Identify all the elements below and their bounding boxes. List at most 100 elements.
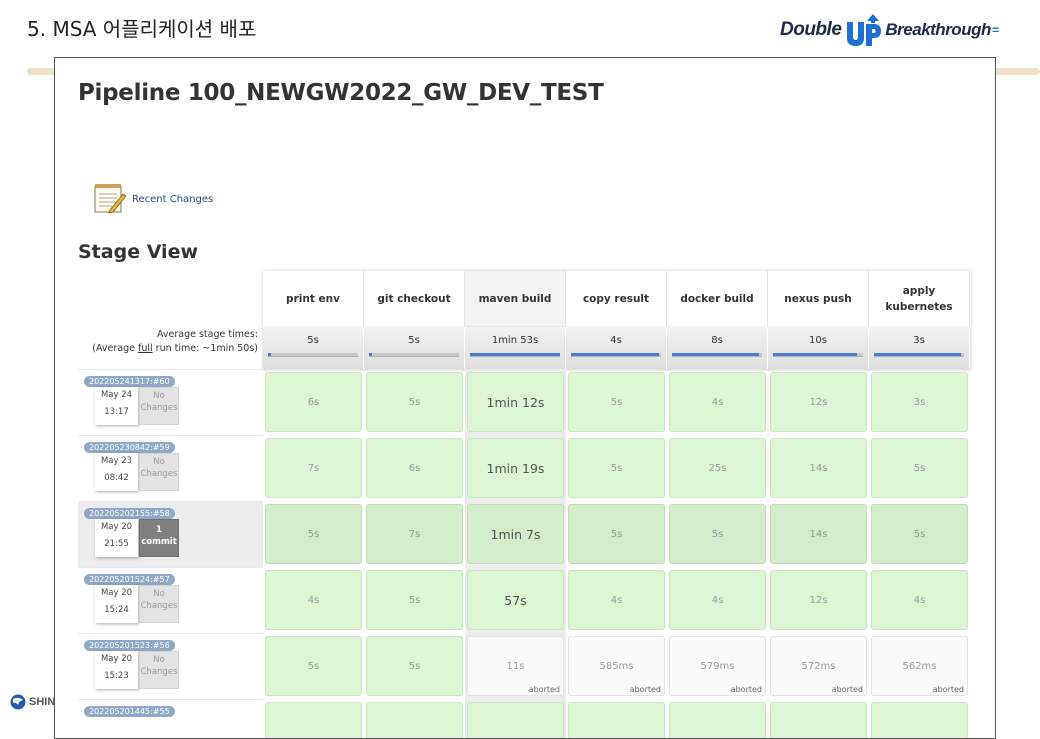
stage-cell-success[interactable]: 5s bbox=[265, 636, 362, 696]
average-time-bar bbox=[369, 353, 459, 357]
average-time-value: 3s bbox=[913, 335, 925, 346]
avg-pre: (Average bbox=[92, 343, 138, 354]
stage-cell-success[interactable]: 12s bbox=[770, 372, 867, 432]
average-time-value: 4s bbox=[610, 335, 622, 346]
average-time-value: 1min 53s bbox=[491, 335, 539, 346]
stage-cell-success[interactable] bbox=[366, 702, 463, 738]
build-badge[interactable]: 202205230842:#59 bbox=[84, 442, 175, 453]
build-date: May 20 21:55 bbox=[95, 519, 138, 557]
stage-cell-success[interactable]: 5s bbox=[366, 570, 463, 630]
logo-tail: = bbox=[991, 23, 999, 37]
stage-cell-aborted[interactable]: 579ms aborted bbox=[669, 636, 766, 696]
average-time-bar-fill bbox=[268, 353, 271, 356]
stage-cell-success[interactable]: 4s bbox=[871, 570, 968, 630]
commit-count-button[interactable]: 1 commit bbox=[139, 519, 179, 557]
stage-duration: 562ms bbox=[902, 660, 937, 672]
stage-cell-success[interactable] bbox=[467, 702, 564, 738]
stage-cell-wrap: 7s bbox=[263, 435, 364, 501]
stage-cell-success[interactable]: 6s bbox=[366, 438, 463, 498]
stage-cell-wrap: 1min 19s bbox=[465, 435, 566, 501]
stage-cell-wrap: 572ms aborted bbox=[768, 633, 869, 699]
stage-header: copy result bbox=[566, 271, 667, 327]
run-stage-row: 5s 5s 11s aborted 585ms aborted 579ms aborted 57… bbox=[263, 633, 971, 699]
stage-cell-success[interactable]: 25s bbox=[669, 438, 766, 498]
stage-duration: 5s bbox=[610, 396, 623, 408]
stage-cell-success[interactable]: 12s bbox=[770, 570, 867, 630]
corner-logo-text: SHIN bbox=[29, 696, 56, 708]
slide-title: 5. MSA 어플리케이션 배포 bbox=[27, 17, 257, 41]
run-info: 202205201524:#57 May 20 15:24 No Changes bbox=[78, 567, 263, 633]
stage-cell-success[interactable]: 5s bbox=[568, 372, 665, 432]
stage-cell-success[interactable]: 6s bbox=[265, 372, 362, 432]
stage-cell-success[interactable]: 1min 19s bbox=[467, 438, 564, 498]
build-badge[interactable]: 202205241317:#60 bbox=[84, 376, 175, 387]
stage-cell-aborted[interactable]: 572ms aborted bbox=[770, 636, 867, 696]
stage-cell-success[interactable]: 4s bbox=[265, 570, 362, 630]
build-badge[interactable]: 202205201523:#56 bbox=[84, 640, 175, 651]
stage-cell-wrap: 5s bbox=[364, 567, 465, 633]
stage-cell-success[interactable]: 5s bbox=[366, 372, 463, 432]
aborted-label: aborted bbox=[629, 685, 661, 694]
stage-cell-wrap bbox=[364, 699, 465, 738]
run-stage-row bbox=[263, 699, 971, 738]
full-run-link[interactable]: full bbox=[138, 343, 153, 354]
stage-cell-success[interactable]: 7s bbox=[265, 438, 362, 498]
stage-cell-success[interactable] bbox=[669, 702, 766, 738]
stage-cell-success[interactable] bbox=[770, 702, 867, 738]
corner-logo: SHIN bbox=[10, 694, 55, 710]
stage-cell-wrap: 4s bbox=[263, 567, 364, 633]
stage-cell-wrap: 11s aborted bbox=[465, 633, 566, 699]
stage-cell-wrap: 57s bbox=[465, 567, 566, 633]
average-times-row: 5s 5s 1min 53s 4s 8s 10s 3s bbox=[263, 327, 971, 369]
stage-duration: 12s bbox=[809, 396, 828, 408]
stage-cell-success[interactable]: 4s bbox=[568, 570, 665, 630]
stage-cell-success[interactable]: 5s bbox=[366, 636, 463, 696]
stage-duration: 4s bbox=[307, 594, 320, 606]
stage-cell-success[interactable]: 57s bbox=[467, 570, 564, 630]
stage-cell-aborted[interactable]: 585ms aborted bbox=[568, 636, 665, 696]
stage-cell-success[interactable]: 5s bbox=[265, 504, 362, 564]
average-time-bar-fill bbox=[571, 353, 660, 356]
stage-header: docker build bbox=[667, 271, 768, 327]
build-badge[interactable]: 202205202155:#58 bbox=[84, 508, 175, 519]
stage-duration: 25s bbox=[708, 462, 727, 474]
stage-cell-success[interactable]: 1min 7s bbox=[467, 504, 564, 564]
build-date-day: May 20 bbox=[100, 588, 133, 598]
stage-cell-aborted[interactable]: 11s aborted bbox=[467, 636, 564, 696]
stage-cell-success[interactable]: 1min 12s bbox=[467, 372, 564, 432]
build-badge[interactable]: 202205201445:#55 bbox=[84, 706, 175, 717]
avg-post: run time: ~1min 50s) bbox=[152, 343, 258, 354]
build-badge[interactable]: 202205201524:#57 bbox=[84, 574, 175, 585]
stage-cell-success[interactable]: 4s bbox=[669, 372, 766, 432]
stage-cell-success[interactable]: 5s bbox=[568, 504, 665, 564]
stage-cell-wrap: 5s bbox=[566, 501, 667, 567]
stage-cell-success[interactable]: 4s bbox=[669, 570, 766, 630]
stage-cell-wrap: 5s bbox=[667, 501, 768, 567]
stage-cell-success[interactable] bbox=[568, 702, 665, 738]
stage-cell-success[interactable] bbox=[265, 702, 362, 738]
stage-cell-success[interactable]: 5s bbox=[871, 438, 968, 498]
stage-view-title: Stage View bbox=[78, 241, 199, 263]
notepad-icon[interactable] bbox=[92, 182, 128, 216]
stage-cell-success[interactable]: 3s bbox=[871, 372, 968, 432]
average-time-cell: 5s bbox=[364, 327, 465, 369]
stage-cell-success[interactable]: 5s bbox=[669, 504, 766, 564]
stage-cell-success[interactable]: 14s bbox=[770, 504, 867, 564]
recent-changes-link[interactable]: Recent Changes bbox=[132, 194, 213, 205]
stage-cell-wrap: 5s bbox=[263, 501, 364, 567]
average-time-bar bbox=[773, 353, 863, 357]
stage-cell-success[interactable] bbox=[871, 702, 968, 738]
stage-cell-success[interactable]: 14s bbox=[770, 438, 867, 498]
stage-cell-success[interactable]: 7s bbox=[366, 504, 463, 564]
stage-duration: 14s bbox=[809, 462, 828, 474]
stage-duration: 4s bbox=[711, 594, 724, 606]
stage-duration: 5s bbox=[307, 660, 320, 672]
stage-duration: 5s bbox=[408, 660, 421, 672]
average-time-value: 5s bbox=[408, 335, 420, 346]
stage-duration: 5s bbox=[408, 396, 421, 408]
average-times-line2: (Average full run time: ~1min 50s) bbox=[78, 342, 258, 356]
stage-cell-aborted[interactable]: 562ms aborted bbox=[871, 636, 968, 696]
run-stage-row: 4s 5s 57s 4s 4s 12s 4s bbox=[263, 567, 971, 633]
stage-cell-success[interactable]: 5s bbox=[871, 504, 968, 564]
stage-cell-success[interactable]: 5s bbox=[568, 438, 665, 498]
